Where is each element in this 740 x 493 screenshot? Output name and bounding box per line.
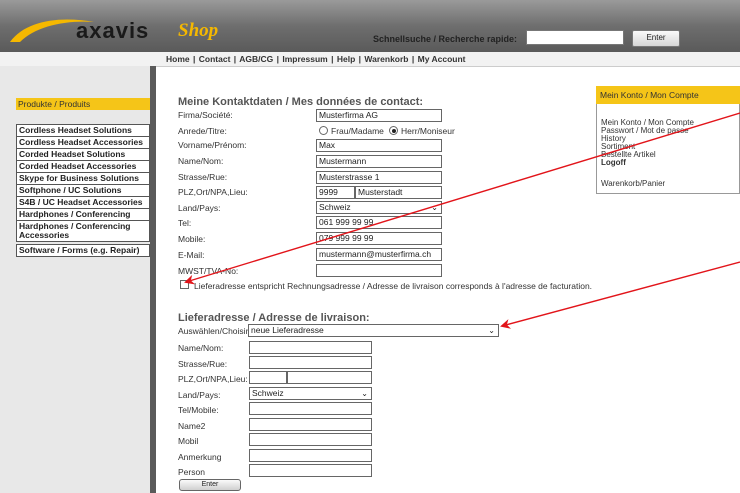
nav-link-impressum[interactable]: Impressum (282, 54, 327, 64)
search-button[interactable]: Enter (632, 30, 680, 47)
lastname-label: Name/Nom: (178, 156, 224, 166)
vat-field[interactable] (316, 264, 442, 277)
delivery-mobil-label: Mobil (178, 436, 199, 446)
delivery-name2-field[interactable] (249, 418, 372, 431)
phone-label: Tel: (178, 218, 192, 228)
logo-shop-text[interactable]: Shop (178, 20, 218, 42)
street-field[interactable]: Musterstrasse 1 (316, 171, 442, 184)
choose-address-label: Auswählen/Choisir: (178, 326, 251, 336)
nav-link-my-account[interactable]: My Account (418, 54, 466, 64)
salutation-radio-frau[interactable] (319, 126, 328, 135)
same-address-checkbox[interactable] (180, 280, 189, 289)
nav-separator: | (193, 54, 196, 64)
nav-separator: | (358, 54, 362, 64)
nav-link-home[interactable]: Home (166, 54, 190, 64)
company-label: Firma/Société: (178, 110, 233, 120)
sidebar-divider (150, 66, 156, 493)
delivery-country-value: Schweiz (252, 388, 284, 398)
delivery-submit-button[interactable]: Enter (179, 479, 241, 491)
chevron-down-icon: ⌄ (488, 326, 495, 335)
logo-text[interactable]: axavis (76, 18, 149, 44)
account-link-cart[interactable]: Warenkorb/Panier (601, 180, 665, 188)
chevron-down-icon: ⌄ (361, 389, 368, 398)
country-select-value: Schweiz (319, 202, 351, 212)
same-address-label: Lieferadresse entspricht Rechnungsadress… (194, 281, 593, 291)
delivery-heading: Lieferadresse / Adresse de livraison: (178, 312, 370, 324)
firstname-label: Vorname/Prénom: (178, 140, 247, 150)
annotation-arrow-select (500, 261, 740, 329)
mobile-label: Mobile: (178, 234, 206, 244)
contact-heading: Meine Kontaktdaten / Mes données de cont… (178, 96, 424, 108)
mobile-field[interactable]: 079 999 99 99 (316, 232, 442, 245)
delivery-name2-label: Name2 (178, 421, 206, 431)
search-input[interactable] (526, 30, 624, 45)
email-field[interactable]: mustermann@musterfirma.ch (316, 248, 442, 261)
salutation-option-frau: Frau/Madame (331, 126, 384, 136)
sidebar-item-hardphones-conferencing-accessories[interactable]: Hardphones / Conferencing Accessories (16, 220, 150, 242)
delivery-person-label: Person (178, 467, 205, 477)
delivery-street-label: Strasse/Rue: (178, 359, 228, 369)
nav-link-help[interactable]: Help (337, 54, 355, 64)
sidebar-header[interactable]: Produkte / Produits (16, 98, 150, 110)
lastname-field[interactable]: Mustermann (316, 155, 442, 168)
top-navigation-links: Home | Contact | AGB/CG | Impressum | He… (166, 54, 466, 64)
choose-address-select[interactable]: neue Lieferadresse ⌄ (248, 324, 499, 337)
city-field[interactable]: Musterstadt (355, 186, 442, 199)
salutation-label: Anrede/Titre: (178, 126, 227, 136)
nav-separator: | (411, 54, 415, 64)
delivery-zipcity-label: PLZ,Ort/NPA,Lieu: (178, 374, 248, 384)
delivery-phone-field[interactable] (249, 402, 372, 415)
phone-field[interactable]: 061 999 99 99 (316, 216, 442, 229)
delivery-remark-field[interactable] (249, 449, 372, 462)
choose-address-value: neue Lieferadresse (251, 325, 324, 335)
nav-separator: | (233, 54, 237, 64)
firstname-field[interactable]: Max (316, 139, 442, 152)
street-label: Strasse/Rue: (178, 172, 228, 182)
zip-field[interactable]: 9999 (316, 186, 355, 199)
zipcity-label: PLZ,Ort/NPA,Lieu: (178, 187, 248, 197)
vat-label: MWST/TVA-No: (178, 266, 239, 276)
delivery-phone-label: Tel/Mobile: (178, 405, 219, 415)
delivery-zip-field[interactable] (249, 371, 287, 384)
nav-link-warenkorb[interactable]: Warenkorb (364, 54, 408, 64)
search-label: Schnellsuche / Recherche rapide: (373, 34, 518, 44)
sidebar-item-software-forms[interactable]: Software / Forms (e.g. Repair) (16, 244, 150, 257)
delivery-remark-label: Anmerkung (178, 452, 222, 462)
delivery-name-label: Name/Nom: (178, 343, 224, 353)
delivery-country-label: Land/Pays: (178, 390, 221, 400)
nav-separator: | (276, 54, 279, 64)
delivery-street-field[interactable] (249, 356, 372, 369)
country-label: Land/Pays: (178, 203, 221, 213)
country-select[interactable]: Schweiz ⌄ (316, 201, 442, 214)
delivery-city-field[interactable] (287, 371, 372, 384)
email-label: E-Mail: (178, 250, 205, 260)
delivery-name-field[interactable] (249, 341, 372, 354)
delivery-mobil-field[interactable] (249, 433, 372, 446)
nav-link-contact[interactable]: Contact (199, 54, 231, 64)
chevron-down-icon: ⌄ (431, 203, 438, 212)
account-link-logoff[interactable]: Logoff (601, 159, 626, 167)
salutation-radio-herr[interactable] (389, 126, 398, 135)
delivery-country-select[interactable]: Schweiz ⌄ (249, 387, 372, 400)
company-field[interactable]: Musterfirma AG (316, 109, 442, 122)
nav-link-agb[interactable]: AGB/CG (239, 54, 273, 64)
account-box-header: Mein Konto / Mon Compte (596, 86, 740, 104)
delivery-person-field[interactable] (249, 464, 372, 477)
nav-separator: | (331, 54, 334, 64)
salutation-option-herr: Herr/Moniseur (401, 126, 455, 136)
